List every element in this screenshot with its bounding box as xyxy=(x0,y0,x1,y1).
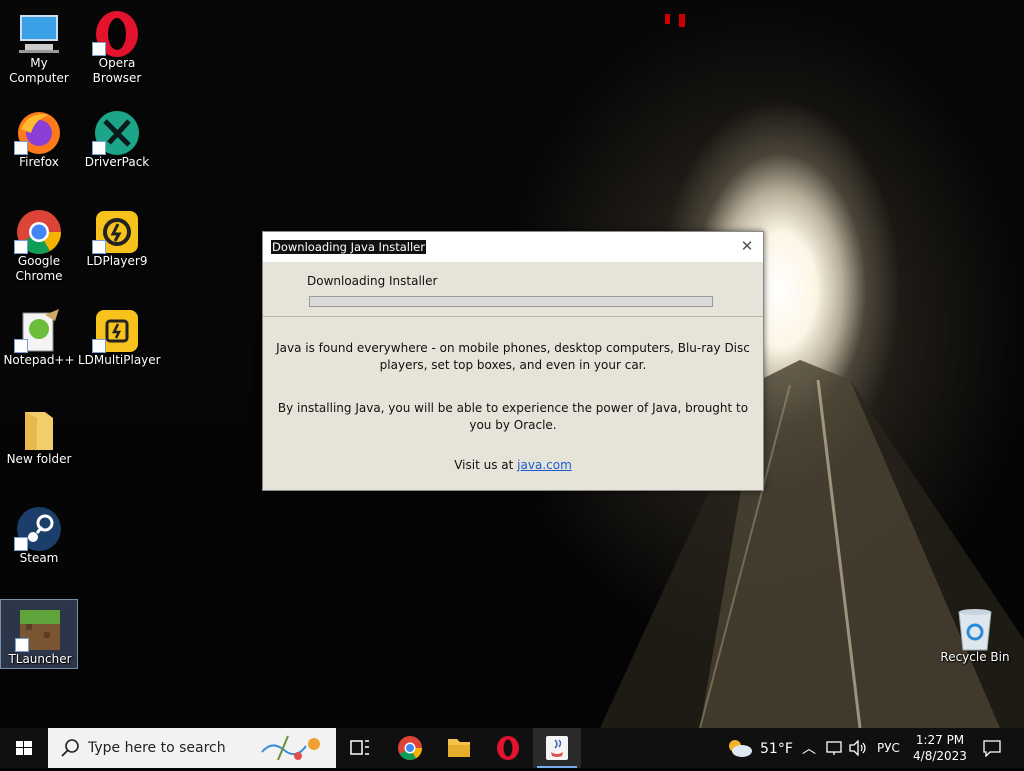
desktop-icon-label: New folder xyxy=(6,452,72,466)
search-highlight-doodle-icon xyxy=(261,735,320,761)
shortcut-arrow-icon xyxy=(15,638,29,652)
shortcut-arrow-icon xyxy=(92,339,106,353)
recycle-bin-icon xyxy=(958,609,992,651)
desktop-icon-label: Opera Browser xyxy=(92,56,142,85)
desktop-icon-label: DriverPack xyxy=(84,155,150,169)
search-placeholder: Type here to search xyxy=(88,740,226,756)
download-progress-bar xyxy=(309,296,713,307)
volume-icon[interactable] xyxy=(848,740,868,756)
java-com-link[interactable]: java.com xyxy=(517,458,572,472)
desktop-icon-ldmultiplayer[interactable]: LDMultiPlayer xyxy=(78,301,161,387)
task-view-button[interactable] xyxy=(336,728,384,768)
shortcut-arrow-icon xyxy=(92,42,106,56)
divider xyxy=(263,316,763,317)
folder-icon xyxy=(25,412,53,450)
desktop-icon-firefox[interactable]: Firefox xyxy=(0,103,78,189)
chrome-icon xyxy=(398,736,422,761)
shortcut-arrow-icon xyxy=(14,537,28,551)
visit-prefix: Visit us at xyxy=(454,458,518,472)
desktop-icon-label: Recycle Bin xyxy=(940,650,1010,664)
computer-icon xyxy=(19,15,59,53)
windows-logo-icon xyxy=(16,741,32,755)
folder-icon xyxy=(448,739,470,757)
taskbar-chrome[interactable] xyxy=(386,728,434,768)
desktop-icon-steam[interactable]: Steam xyxy=(0,499,78,585)
opera-icon xyxy=(497,736,519,760)
shortcut-arrow-icon xyxy=(14,141,28,155)
shortcut-arrow-icon xyxy=(92,240,106,254)
clock[interactable]: 1:27 PM 4/8/2023 xyxy=(908,730,972,766)
taskbar-file-explorer[interactable] xyxy=(435,728,483,768)
desktop-icon-label: LDPlayer9 xyxy=(86,254,148,268)
desktop-icon-chrome[interactable]: Google Chrome xyxy=(0,202,78,288)
dialog-title: Downloading Java Installer xyxy=(271,240,426,254)
download-status: Downloading Installer xyxy=(307,274,438,288)
visit-line: Visit us at java.com xyxy=(273,457,753,474)
dialog-title-bar[interactable]: Downloading Java Installer ✕ xyxy=(263,232,763,262)
info-paragraph-1: Java is found everywhere - on mobile pho… xyxy=(276,341,750,372)
input-language-indicator[interactable]: РУС xyxy=(877,741,900,755)
taskbar-opera[interactable] xyxy=(484,728,532,768)
desktop-icon-recycle-bin[interactable]: Recycle Bin xyxy=(936,598,1014,684)
taskbar-search-box[interactable]: Type here to search xyxy=(48,728,336,768)
desktop-icon-label: TLauncher xyxy=(8,652,72,666)
action-center-notification-icon[interactable] xyxy=(982,739,1002,757)
desktop-icon-label: Google Chrome xyxy=(15,254,63,283)
show-hidden-icons-chevron-up-icon[interactable]: ︿ xyxy=(802,738,816,758)
desktop-icon-tlauncher[interactable]: TLauncher xyxy=(0,599,78,669)
close-icon: ✕ xyxy=(740,237,754,255)
shortcut-arrow-icon xyxy=(14,339,28,353)
desktop-icon-opera[interactable]: Opera Browser xyxy=(78,4,156,90)
desktop-icon-driverpack[interactable]: DriverPack xyxy=(78,103,156,189)
clock-time: 1:27 PM xyxy=(915,733,965,747)
desktop-icon-label: My Computer xyxy=(9,56,69,85)
desktop-icon-label: Steam xyxy=(19,551,59,565)
shortcut-arrow-icon xyxy=(14,240,28,254)
network-icon[interactable] xyxy=(826,740,844,756)
taskbar: Type here to search 51°F ︿ РУС 1:27 PM 4… xyxy=(0,728,1024,768)
close-button[interactable]: ✕ xyxy=(739,238,755,254)
java-download-dialog: Downloading Java Installer ✕ Downloading… xyxy=(262,231,764,491)
desktop-icon-label: Notepad++ xyxy=(3,353,75,367)
taskbar-java-installer[interactable] xyxy=(533,728,581,768)
desktop-icon-ldplayer9[interactable]: LDPlayer9 xyxy=(78,202,156,288)
start-button[interactable] xyxy=(0,728,48,768)
desktop-icon-label: Firefox xyxy=(19,155,59,169)
desktop-icon-my-computer[interactable]: My Computer xyxy=(0,4,78,90)
search-icon xyxy=(61,739,79,757)
desktop-icon-notepadpp[interactable]: Notepad++ xyxy=(0,301,78,387)
info-paragraph-2: By installing Java, you will be able to … xyxy=(277,401,749,432)
shortcut-arrow-icon xyxy=(92,141,106,155)
clock-date: 4/8/2023 xyxy=(913,749,967,763)
desktop-icon-label: LDMultiPlayer xyxy=(78,353,161,367)
desktop-icon-new-folder[interactable]: New folder xyxy=(0,400,78,486)
weather-cloud-icon xyxy=(729,740,752,757)
java-icon xyxy=(546,736,568,760)
task-view-icon xyxy=(350,740,369,755)
weather-temperature[interactable]: 51°F xyxy=(760,741,793,757)
